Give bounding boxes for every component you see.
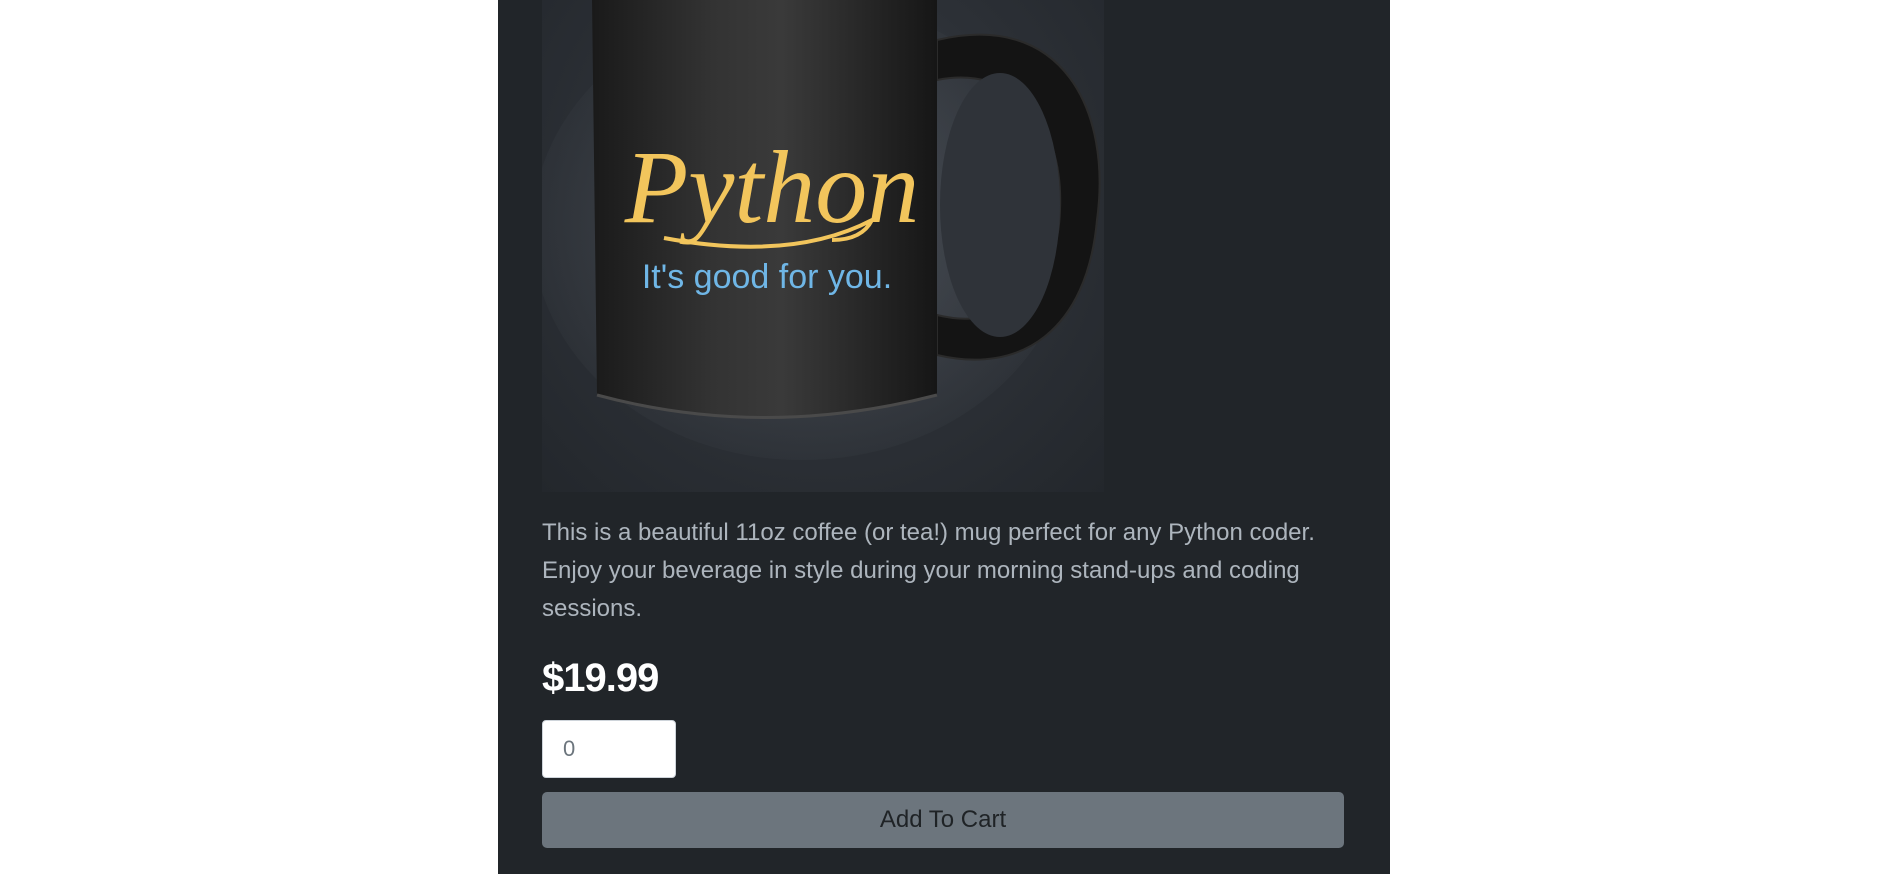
mug-title-text: Python [624,130,920,245]
product-description: This is a beautiful 11oz coffee (or tea!… [542,519,1315,622]
mug-illustration: Python It's good for you. [542,0,1101,460]
product-price: $19.99 [542,656,659,700]
quantity-input[interactable] [542,720,676,778]
product-image: Python It's good for you. [542,0,1104,492]
mug-tagline-text: It's good for you. [642,258,892,296]
product-card: Python It's good for you. This is a beau… [498,0,1390,874]
add-to-cart-button[interactable]: Add To Cart [542,792,1344,848]
